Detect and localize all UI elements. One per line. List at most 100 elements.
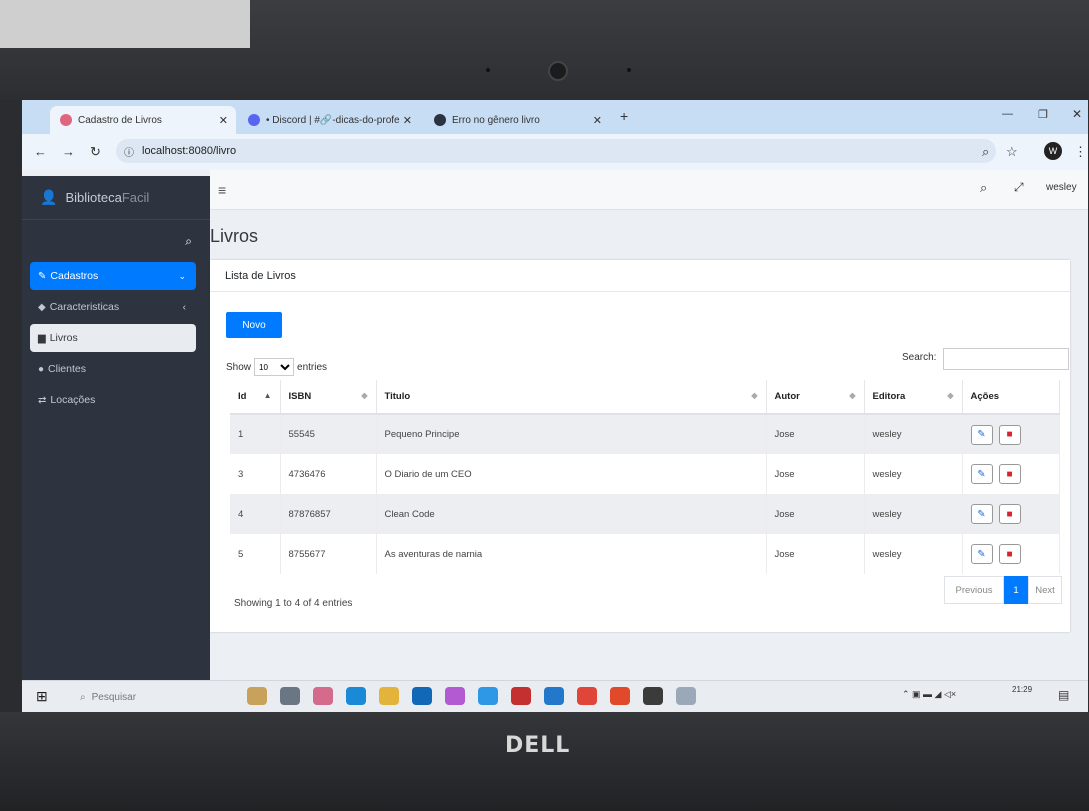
sidebar-item-label: Clientes [48, 363, 86, 375]
vscode-icon[interactable] [544, 687, 564, 705]
column-header-autor[interactable]: Autor ◆ [766, 380, 865, 415]
back-icon[interactable]: ← [34, 144, 47, 159]
sidebar-item-clientes[interactable]: ● Clientes [30, 355, 196, 383]
sidebar-item-caracteristicas[interactable]: ◆ Caracteristicas ‹ [30, 293, 196, 321]
bezel-dot [486, 68, 490, 72]
store-icon[interactable] [313, 687, 333, 705]
edit-button[interactable]: ✎ [970, 464, 993, 484]
cell-autor: Jose [766, 494, 865, 534]
close-icon[interactable]: ✕ [219, 114, 228, 127]
entries-label: entries [297, 361, 328, 373]
sidebar-item-livros[interactable]: ▆ Livros [30, 324, 196, 352]
app-icon[interactable] [478, 687, 498, 705]
top-navbar: ≡ ⌕ ⤢ wesley [210, 170, 1088, 210]
dell-logo: DELL [505, 733, 571, 758]
profile-avatar[interactable]: W [1044, 142, 1062, 160]
chrome-icon[interactable] [577, 687, 597, 705]
url-field[interactable]: ⓘ localhost:8080/livro [116, 139, 996, 163]
delete-button[interactable]: ■ [998, 504, 1021, 524]
reload-icon[interactable]: ↻ [90, 144, 101, 160]
trash-icon: ■ [1006, 468, 1013, 480]
hamburger-menu-icon[interactable]: ≡ [218, 182, 226, 198]
cell-editora: wesley [864, 414, 963, 454]
sidebar-item-label: Livros [49, 332, 78, 344]
app-icon[interactable] [511, 687, 531, 705]
table-row: 3 4736476 O Diario de um CEO Jose wesley… [230, 454, 1060, 494]
user-name[interactable]: wesley [1046, 182, 1077, 193]
task-view-icon[interactable] [280, 687, 300, 705]
column-header-id[interactable]: Id ▲ [230, 380, 281, 415]
zoom-icon[interactable]: ⌕ [982, 144, 989, 160]
search-icon[interactable]: ⌕ [980, 180, 987, 196]
trash-icon: ■ [1006, 508, 1013, 520]
cell-acoes: ✎ ■ [962, 534, 1060, 574]
tab-cadastro-livros[interactable]: Cadastro de Livros ✕ [50, 106, 236, 134]
windows-taskbar: ⊞ ⌕ Pesquisar ⌃ ▣ ▬ ◢ ◁× 21:29 ▤ [22, 680, 1088, 712]
app-icon[interactable] [643, 687, 663, 705]
edge-icon[interactable] [346, 687, 366, 705]
column-header-acoes: Ações [962, 380, 1060, 415]
page-length-select[interactable]: 10 [254, 358, 295, 376]
page-1-button[interactable]: 1 [1004, 576, 1028, 604]
delete-button[interactable]: ■ [998, 464, 1021, 484]
bookmark-star-icon[interactable]: ☆ [1006, 144, 1018, 160]
windows-start-icon[interactable]: ⊞ [36, 688, 48, 705]
close-icon[interactable]: ✕ [403, 114, 412, 127]
edit-button[interactable]: ✎ [970, 544, 993, 564]
forward-icon[interactable]: → [62, 144, 75, 159]
table-row: 1 55545 Pequeno Principe Jose wesley ✎ ■ [230, 414, 1060, 454]
delete-button[interactable]: ■ [998, 424, 1021, 445]
cell-editora: wesley [864, 494, 963, 534]
column-header-editora[interactable]: Editora ◆ [864, 380, 963, 415]
maximize-icon[interactable]: ❐ [1038, 108, 1048, 121]
column-header-titulo[interactable]: Titulo ◆ [376, 380, 767, 415]
app-icon[interactable] [445, 687, 465, 705]
sidebar-item-label: Locações [50, 394, 96, 406]
app-icon[interactable] [676, 687, 696, 705]
close-icon[interactable]: ✕ [593, 114, 602, 127]
edit-button[interactable]: ✎ [970, 424, 993, 445]
pagination: Previous 1 Next [944, 576, 1062, 604]
widgets-icon[interactable] [247, 687, 267, 705]
app-icon[interactable] [610, 687, 630, 705]
cell-isbn: 55545 [280, 414, 377, 454]
close-window-icon[interactable]: ✕ [1072, 107, 1082, 121]
screen: Cadastro de Livros ✕ • Discord | #🔗-dica… [22, 100, 1088, 712]
cell-titulo: As aventuras de narnia [376, 534, 767, 574]
new-tab-icon[interactable]: + [620, 108, 628, 124]
file-explorer-icon[interactable] [379, 687, 399, 705]
notifications-icon[interactable]: ▤ [1058, 688, 1069, 702]
cell-autor: Jose [766, 414, 865, 454]
sidebar-search[interactable]: ⌕ [22, 228, 210, 254]
column-label: ISBN [288, 391, 312, 402]
browser-menu-icon[interactable]: ⋮ [1074, 144, 1087, 160]
taskbar-search[interactable]: ⌕ Pesquisar [72, 686, 262, 708]
sidebar-item-locacoes[interactable]: ⇄ Locações [30, 386, 196, 414]
new-book-button[interactable]: Novo [226, 312, 282, 338]
brand[interactable]: 👤 Biblioteca Facil [22, 176, 210, 220]
system-tray-icons[interactable]: ⌃ ▣ ▬ ◢ ◁× [902, 689, 956, 700]
tab-discord[interactable]: • Discord | #🔗-dicas-do-profe ✕ [238, 106, 420, 134]
search-input[interactable] [943, 348, 1069, 370]
previous-page-button[interactable]: Previous [944, 576, 1004, 604]
cell-id: 3 [230, 454, 281, 494]
sort-asc-icon: ▲ [263, 391, 272, 400]
minimize-icon[interactable]: — [1002, 108, 1013, 120]
brand-name-suffix: Facil [121, 190, 150, 205]
background-wall [0, 0, 250, 48]
search-icon[interactable]: ⌕ [185, 234, 192, 249]
fullscreen-icon[interactable]: ⤢ [1014, 180, 1024, 195]
content-area: Livros Lista de Livros Novo Show 10 entr… [210, 210, 1088, 680]
tags-icon: ◆ [38, 301, 46, 313]
cell-isbn: 8755677 [280, 534, 377, 574]
tab-erro-genero[interactable]: Erro no gênero livro ✕ [424, 106, 610, 134]
outlook-icon[interactable] [412, 687, 432, 705]
sidebar-item-cadastros[interactable]: ✎ Cadastros ⌄ [30, 262, 196, 290]
next-page-button[interactable]: Next [1028, 576, 1062, 604]
search-icon: ⌕ [80, 691, 86, 703]
edit-button[interactable]: ✎ [970, 504, 993, 524]
clock[interactable]: 21:29 [1012, 685, 1032, 694]
delete-button[interactable]: ■ [998, 544, 1021, 564]
column-header-isbn[interactable]: ISBN ◆ [280, 380, 377, 415]
pencil-icon: ✎ [38, 270, 47, 282]
